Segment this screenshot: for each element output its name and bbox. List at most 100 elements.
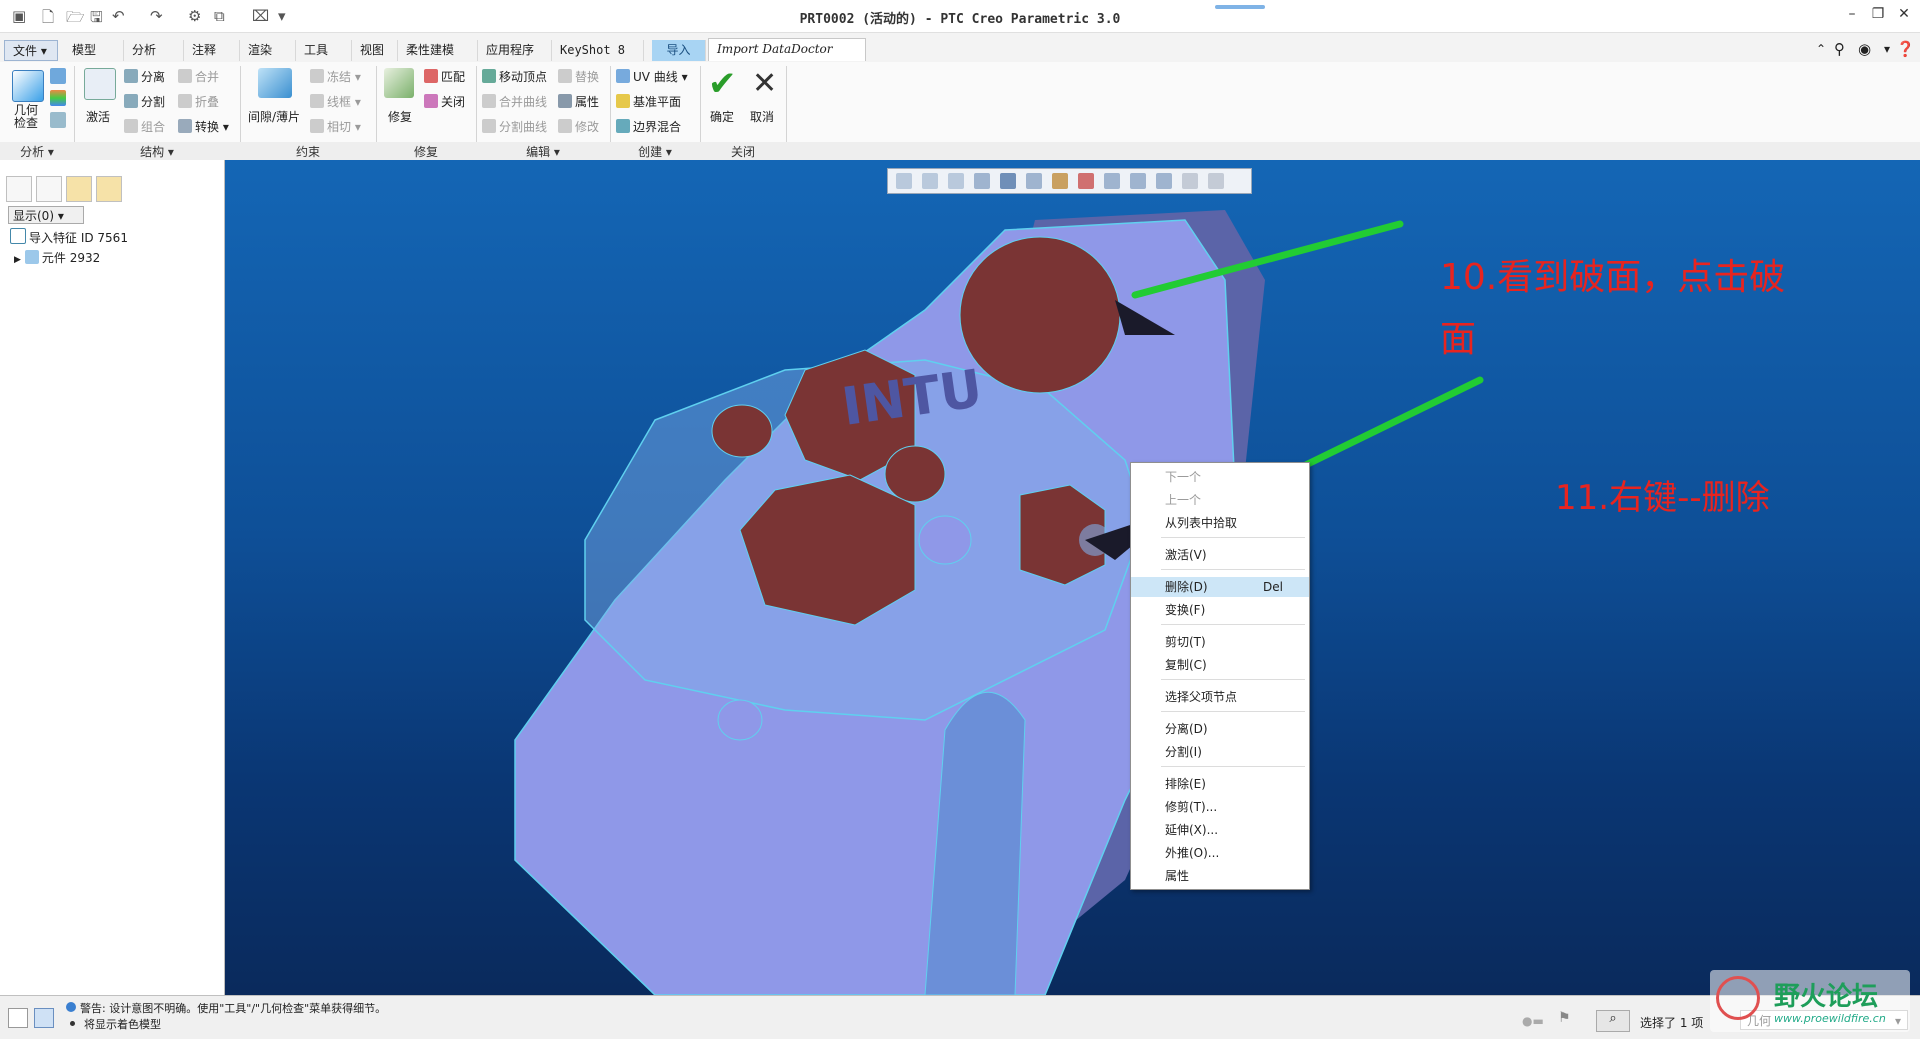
menu-item-next[interactable]: 下一个 bbox=[1131, 467, 1309, 487]
saved-orientations-icon[interactable] bbox=[1026, 173, 1042, 189]
tab-analysis[interactable]: 分析 bbox=[124, 40, 184, 61]
cancel-x-icon[interactable]: ✕ bbox=[752, 66, 777, 101]
split-curve-button[interactable]: 分割曲线 bbox=[482, 118, 547, 135]
zoom-out-icon[interactable] bbox=[948, 173, 964, 189]
tab-import[interactable]: 导入 bbox=[652, 40, 706, 61]
close-button[interactable]: ✕ bbox=[1892, 6, 1916, 22]
restore-button[interactable]: ❐ bbox=[1866, 6, 1890, 22]
display-style-icon[interactable] bbox=[1000, 173, 1016, 189]
curvature-icon[interactable] bbox=[50, 112, 66, 128]
show-edges-icon[interactable] bbox=[1104, 173, 1120, 189]
boundary-blend-button[interactable]: 边界混合 bbox=[616, 118, 681, 135]
menu-item-exclude[interactable]: 排除(E) bbox=[1131, 774, 1309, 794]
menu-item-pick-from-list[interactable]: 从列表中拾取 bbox=[1131, 513, 1309, 533]
menu-item-delete[interactable]: 删除(D) Del bbox=[1131, 577, 1309, 597]
attribute-button[interactable]: 属性 bbox=[558, 93, 599, 110]
show-vertices-icon[interactable] bbox=[1130, 173, 1146, 189]
datum-plane-button[interactable]: 基准平面 bbox=[616, 93, 681, 110]
layer-tree-tab-icon[interactable] bbox=[36, 176, 62, 202]
minimize-button[interactable]: – bbox=[1840, 6, 1864, 22]
freeze-button[interactable]: 冻结 ▾ bbox=[310, 68, 361, 85]
menu-item-extend[interactable]: 延伸(X)... bbox=[1131, 820, 1309, 840]
activate-button[interactable]: 激活 bbox=[86, 108, 110, 125]
tangent-button[interactable]: 相切 ▾ bbox=[310, 118, 361, 135]
tree-node-component[interactable]: ▶ 元件 2932 bbox=[14, 249, 100, 266]
tab-import-datadoctor[interactable]: Import DataDoctor bbox=[708, 38, 866, 61]
folder-browser-icon[interactable] bbox=[66, 176, 92, 202]
activate-icon[interactable] bbox=[84, 68, 116, 100]
model-tree-tab-icon[interactable] bbox=[6, 176, 32, 202]
repair-button[interactable]: 修复 bbox=[388, 108, 412, 125]
tab-annotate[interactable]: 注释 bbox=[184, 40, 240, 61]
modify-button[interactable]: 修改 bbox=[558, 118, 599, 135]
repair-icon[interactable] bbox=[384, 68, 414, 98]
tab-keyshot[interactable]: KeyShot 8 bbox=[552, 40, 644, 61]
menu-item-trim[interactable]: 修剪(T)... bbox=[1131, 797, 1309, 817]
color-analysis-icon[interactable] bbox=[50, 90, 66, 106]
replace-button[interactable]: 替换 bbox=[558, 68, 599, 85]
box-select-icon[interactable] bbox=[1208, 173, 1224, 189]
close-geometry-button[interactable]: 关闭 bbox=[424, 93, 465, 110]
merge-curve-button[interactable]: 合并曲线 bbox=[482, 93, 547, 110]
menu-item-previous[interactable]: 上一个 bbox=[1131, 490, 1309, 510]
show-dropdown[interactable]: 显示(0) ▾ bbox=[8, 206, 84, 224]
chevron-down-icon[interactable]: ▾ bbox=[1884, 42, 1890, 56]
menu-item-copy[interactable]: 复制(C) bbox=[1131, 655, 1309, 675]
tab-file[interactable]: 文件 ▾ bbox=[4, 40, 58, 61]
tab-applications[interactable]: 应用程序 bbox=[478, 40, 552, 61]
menu-item-cut[interactable]: 剪切(T) bbox=[1131, 632, 1309, 652]
cancel-button[interactable]: 取消 bbox=[750, 108, 774, 125]
split-button[interactable]: 分割 bbox=[124, 93, 165, 110]
tree-node-import-feature[interactable]: 导入特征 ID 7561 bbox=[10, 228, 128, 246]
analysis-tool-icon[interactable] bbox=[50, 68, 66, 84]
search-icon[interactable]: ⚲ bbox=[1834, 40, 1845, 58]
group-label-create[interactable]: 创建 ▾ bbox=[610, 143, 700, 160]
favorites-icon[interactable] bbox=[96, 176, 122, 202]
combine-button[interactable]: 组合 bbox=[124, 118, 165, 135]
binoculars-icon[interactable]: ⌕ bbox=[1596, 1010, 1630, 1032]
gap-icon[interactable] bbox=[258, 68, 292, 98]
tab-tools[interactable]: 工具 bbox=[296, 40, 352, 61]
datum-display-icon[interactable] bbox=[1052, 173, 1068, 189]
menu-item-extrapolate[interactable]: 外推(O)... bbox=[1131, 843, 1309, 863]
geometry-check-icon[interactable] bbox=[12, 70, 44, 102]
menu-item-select-parent[interactable]: 选择父项节点 bbox=[1131, 687, 1309, 707]
wireframe-button[interactable]: 线框 ▾ bbox=[310, 93, 361, 110]
group-label-structure[interactable]: 结构 ▾ bbox=[74, 143, 240, 160]
repaint-icon[interactable] bbox=[974, 173, 990, 189]
toggle-navigator-icon[interactable] bbox=[8, 1008, 28, 1028]
community-icon[interactable]: ◉ bbox=[1858, 40, 1871, 58]
flag-icon[interactable]: ⚑ bbox=[1558, 1010, 1571, 1026]
curve-display-icon[interactable] bbox=[1182, 173, 1198, 189]
fold-button[interactable]: 折叠 bbox=[178, 93, 219, 110]
zoom-in-icon[interactable] bbox=[922, 173, 938, 189]
group-label-analysis[interactable]: 分析 ▾ bbox=[0, 143, 74, 160]
expand-arrow-icon[interactable]: ▶ bbox=[14, 255, 21, 265]
group-label-edit[interactable]: 编辑 ▾ bbox=[476, 143, 610, 160]
separate-button[interactable]: 分离 bbox=[124, 68, 165, 85]
menu-item-transform[interactable]: 变换(F) bbox=[1131, 600, 1309, 620]
match-button[interactable]: 匹配 bbox=[424, 68, 465, 85]
spin-center-icon[interactable] bbox=[1078, 173, 1094, 189]
menu-item-detach[interactable]: 分离(D) bbox=[1131, 719, 1309, 739]
collapse-ribbon-icon[interactable]: ⌃ bbox=[1816, 42, 1826, 56]
convert-button[interactable]: 转换 ▾ bbox=[178, 118, 229, 135]
checkmark-icon[interactable]: ✔ bbox=[708, 64, 737, 104]
help-icon[interactable]: ❓ bbox=[1896, 40, 1915, 58]
gap-display-icon[interactable] bbox=[1156, 173, 1172, 189]
refit-icon[interactable] bbox=[896, 173, 912, 189]
tab-render[interactable]: 渲染 bbox=[240, 40, 296, 61]
move-vertex-button[interactable]: 移动顶点 bbox=[482, 68, 547, 85]
geometry-check-button[interactable]: 几何 检查 bbox=[14, 104, 38, 130]
gap-button[interactable]: 间隙/薄片 bbox=[248, 108, 300, 125]
menu-item-activate[interactable]: 激活(V) bbox=[1131, 545, 1309, 565]
menu-item-properties[interactable]: 属性 bbox=[1131, 866, 1309, 886]
ok-button[interactable]: 确定 bbox=[710, 108, 734, 125]
tab-model[interactable]: 模型 bbox=[64, 40, 124, 61]
uv-curve-button[interactable]: UV 曲线 ▾ bbox=[616, 68, 688, 85]
tab-flexible-modeling[interactable]: 柔性建模 bbox=[398, 40, 478, 61]
tab-view[interactable]: 视图 bbox=[352, 40, 398, 61]
record-icon[interactable]: ●▬ bbox=[1522, 1014, 1544, 1028]
toggle-browser-icon[interactable] bbox=[34, 1008, 54, 1028]
menu-item-split[interactable]: 分割(I) bbox=[1131, 742, 1309, 762]
